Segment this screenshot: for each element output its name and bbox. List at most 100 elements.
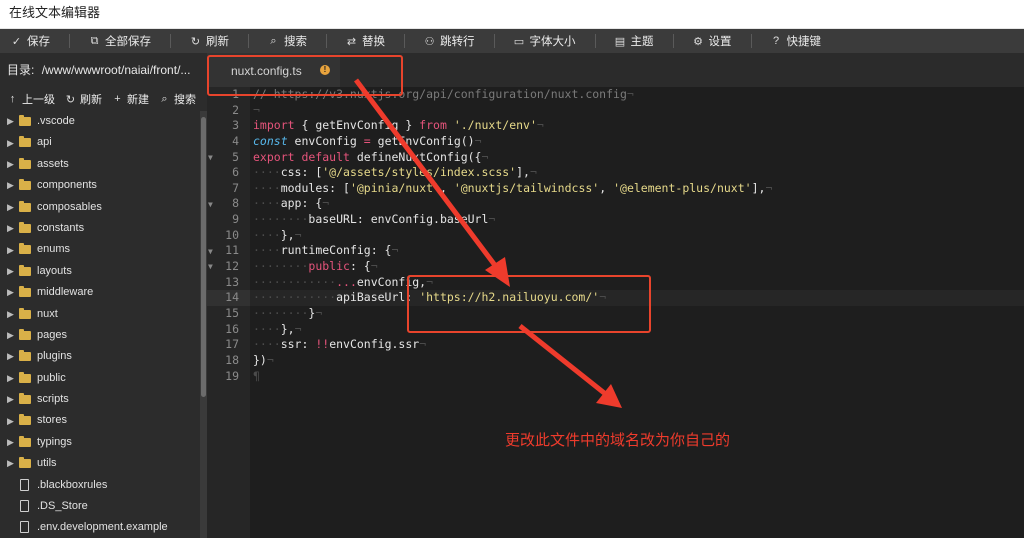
code-line[interactable]: ····modules: ['@pinia/nuxt', '@nuxtjs/ta… bbox=[250, 181, 1024, 197]
end-of-line-marker: ¬ bbox=[322, 196, 330, 211]
code-token: './nuxt/env' bbox=[453, 118, 537, 133]
line-number: 17 bbox=[225, 337, 239, 352]
toolbar-button-4[interactable]: ⇄ 替换 bbox=[339, 29, 392, 53]
chevron-right-icon[interactable]: ▶ bbox=[7, 223, 15, 234]
code-line[interactable]: ····},¬ bbox=[250, 228, 1024, 244]
tree-item-folder[interactable]: ▶ plugins bbox=[0, 346, 200, 367]
code-line[interactable]: const envConfig = getEnvConfig()¬ bbox=[250, 134, 1024, 150]
chevron-right-icon[interactable]: ▶ bbox=[7, 330, 15, 341]
file-tree: ▶ .vscode ▶ api ▶ assets ▶ components ▶ composabl… bbox=[0, 111, 200, 538]
tree-item-file[interactable]: .blackboxrules bbox=[0, 475, 200, 496]
toolbar-button-8[interactable]: ⚙ 设置 bbox=[686, 29, 739, 53]
tree-item-folder[interactable]: ▶ components bbox=[0, 175, 200, 196]
chevron-right-icon[interactable]: ▶ bbox=[7, 394, 15, 405]
tree-item-folder[interactable]: ▶ constants bbox=[0, 218, 200, 239]
copy-icon: ⧉ bbox=[90, 34, 99, 47]
tree-item-folder[interactable]: ▶ api bbox=[0, 132, 200, 153]
toolbar-button-label: 替换 bbox=[362, 36, 385, 48]
tree-item-folder[interactable]: ▶ utils bbox=[0, 453, 200, 474]
scrollbar-thumb[interactable] bbox=[201, 117, 206, 397]
tree-item-folder[interactable]: ▶ .vscode bbox=[0, 111, 200, 132]
toolbar-button-0[interactable]: ✓ 保存 bbox=[4, 29, 57, 53]
code-line[interactable]: ········public: {¬ bbox=[250, 259, 1024, 275]
code-line[interactable]: ····app: {¬ bbox=[250, 196, 1024, 212]
chevron-right-icon[interactable]: ▶ bbox=[7, 351, 15, 362]
folder-icon bbox=[19, 307, 31, 319]
fold-toggle-icon[interactable]: ▼ bbox=[208, 262, 213, 271]
code-line[interactable]: export default defineNuxtConfig({¬ bbox=[250, 150, 1024, 166]
chevron-right-icon[interactable]: ▶ bbox=[7, 180, 15, 191]
line-number: 13 bbox=[225, 274, 239, 289]
tree-item-folder[interactable]: ▶ typings bbox=[0, 432, 200, 453]
tree-item-folder[interactable]: ▶ stores bbox=[0, 410, 200, 431]
chevron-right-icon[interactable]: ▶ bbox=[7, 373, 15, 384]
toolbar-button-7[interactable]: ▤ 主题 bbox=[608, 29, 661, 53]
tree-item-file[interactable]: .env.development.example bbox=[0, 517, 200, 538]
tree-tool-0[interactable]: ↑ 上一级 bbox=[2, 87, 60, 111]
fold-toggle-icon[interactable]: ▼ bbox=[208, 200, 213, 209]
indent-guide: ···· bbox=[253, 243, 281, 258]
tree-item-folder[interactable]: ▶ composables bbox=[0, 197, 200, 218]
chevron-right-icon[interactable]: ▶ bbox=[7, 266, 15, 277]
toolbar-button-1[interactable]: ⧉ 全部保存 bbox=[82, 29, 158, 53]
code-line[interactable]: ¶ bbox=[250, 369, 1024, 385]
tree-item-folder[interactable]: ▶ nuxt bbox=[0, 304, 200, 325]
chevron-right-icon[interactable]: ▶ bbox=[7, 245, 15, 256]
tree-item-folder[interactable]: ▶ middleware bbox=[0, 282, 200, 303]
refresh-icon: ↻ bbox=[190, 35, 201, 48]
indent-guide: ········ bbox=[253, 259, 309, 274]
fold-toggle-icon[interactable]: ▼ bbox=[208, 153, 213, 162]
chevron-right-icon[interactable]: ▶ bbox=[7, 437, 15, 448]
tree-item-file[interactable]: .DS_Store bbox=[0, 496, 200, 517]
toolbar-button-9[interactable]: ? 快捷键 bbox=[764, 29, 829, 53]
tree-tool-2[interactable]: + 新建 bbox=[107, 87, 154, 111]
code-token: from bbox=[419, 118, 447, 133]
tree-item-folder[interactable]: ▶ layouts bbox=[0, 261, 200, 282]
code-line[interactable]: ········baseURL: envConfig.baseUrl¬ bbox=[250, 212, 1024, 228]
folder-icon bbox=[19, 457, 31, 469]
tree-item-folder[interactable]: ▶ public bbox=[0, 368, 200, 389]
file-tree-toolbar: ↑ 上一级 ↻ 刷新 + 新建 ⌕ 搜索 bbox=[0, 87, 207, 111]
end-of-line-marker: ¬ bbox=[536, 118, 544, 133]
tree-item-name: pages bbox=[37, 328, 67, 341]
toolbar-button-5[interactable]: ⚇ 跳转行 bbox=[417, 29, 482, 53]
tree-tool-3[interactable]: ⌕ 搜索 bbox=[154, 87, 201, 111]
code-line[interactable]: ····ssr: !!envConfig.ssr¬ bbox=[250, 337, 1024, 353]
tree-item-folder[interactable]: ▶ assets bbox=[0, 154, 200, 175]
toolbar-button-label: 主题 bbox=[630, 36, 654, 48]
chevron-right-icon[interactable]: ▶ bbox=[7, 458, 15, 469]
chevron-right-icon[interactable]: ▶ bbox=[7, 202, 15, 213]
code-line[interactable]: ¬ bbox=[250, 103, 1024, 119]
toolbar-divider bbox=[493, 34, 495, 48]
chevron-right-icon[interactable]: ▶ bbox=[7, 138, 15, 149]
tree-item-folder[interactable]: ▶ scripts bbox=[0, 389, 200, 410]
code-line[interactable]: import { getEnvConfig } from './nuxt/env… bbox=[250, 118, 1024, 134]
tree-item-name: plugins bbox=[37, 350, 72, 363]
chevron-right-icon[interactable]: ▶ bbox=[7, 287, 15, 298]
chevron-right-icon[interactable]: ▶ bbox=[7, 309, 15, 320]
code-token: app: { bbox=[280, 196, 323, 211]
fold-toggle-icon[interactable]: ▼ bbox=[208, 247, 213, 256]
code-line[interactable]: ····css: ['@/assets/styles/index.scss'],… bbox=[250, 165, 1024, 181]
code-line[interactable]: ····runtimeConfig: {¬ bbox=[250, 243, 1024, 259]
check-icon: ✓ bbox=[11, 35, 22, 48]
folder-icon bbox=[19, 200, 31, 212]
line-number: 12 bbox=[225, 259, 239, 274]
directory-path[interactable]: /www/wwwroot/naiai/front/... bbox=[42, 63, 191, 77]
file-tree-scrollbar[interactable] bbox=[200, 111, 207, 538]
tree-item-folder[interactable]: ▶ enums bbox=[0, 239, 200, 260]
code-token: import bbox=[253, 118, 295, 133]
toolbar-button-3[interactable]: ⌕ 搜索 bbox=[261, 29, 314, 53]
tree-item-folder[interactable]: ▶ pages bbox=[0, 325, 200, 346]
tree-item-name: .blackboxrules bbox=[37, 478, 108, 491]
chevron-right-icon[interactable]: ▶ bbox=[7, 116, 15, 127]
chevron-right-icon[interactable]: ▶ bbox=[7, 416, 15, 427]
toolbar-button-6[interactable]: ▭ 字体大小 bbox=[507, 29, 583, 53]
end-of-line-marker: ¬ bbox=[474, 133, 482, 148]
directory-label: 目录: bbox=[7, 63, 35, 77]
folder-icon bbox=[19, 243, 31, 255]
tree-tool-1[interactable]: ↻ 刷新 bbox=[60, 87, 107, 111]
toolbar-button-2[interactable]: ↻ 刷新 bbox=[183, 29, 236, 53]
code-line[interactable]: })¬ bbox=[250, 353, 1024, 369]
chevron-right-icon[interactable]: ▶ bbox=[7, 159, 15, 170]
